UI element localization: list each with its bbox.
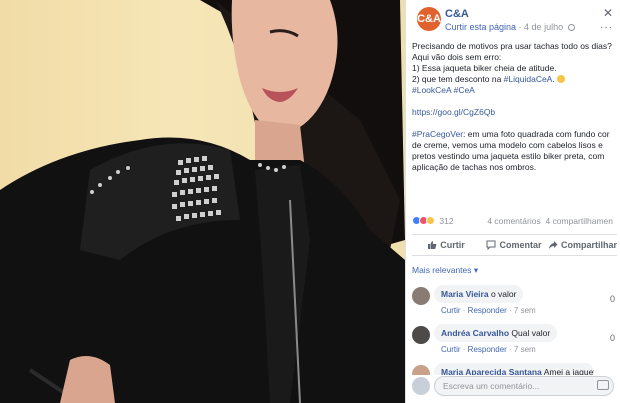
meta-separator: · xyxy=(516,22,525,32)
like-label: Curtir xyxy=(440,240,465,250)
post-line-3: 2) que tem desconto na xyxy=(412,74,504,84)
comment-text: o valor xyxy=(490,289,517,299)
comment-bubble: Andréa Carvalho Qual valor xyxy=(434,324,558,342)
comment-composer xyxy=(412,375,617,397)
current-user-avatar xyxy=(412,377,430,395)
comment-item: Andréa Carvalho Qual valor Curtir · Resp… xyxy=(412,324,617,358)
hashtag-link[interactable]: #LiquidaCeA xyxy=(504,74,553,84)
close-icon[interactable]: ✕ xyxy=(603,6,613,20)
comment-footer: Curtir · Responder · 7 sem xyxy=(441,306,536,315)
comment-reply-link[interactable]: Responder xyxy=(468,306,507,315)
accessibility-hashtag-link[interactable]: #PraCegoVer xyxy=(412,129,463,139)
reaction-count[interactable]: 312 xyxy=(439,216,453,226)
wow-reaction-icon xyxy=(426,216,435,225)
share-icon xyxy=(549,241,558,249)
comment-label: Comentar xyxy=(499,240,542,250)
engagement-counts: 4 comentários 4 compartilhamen xyxy=(487,216,613,226)
facebook-photo-viewer: C&A C&A Curtir esta página · 4 de julho … xyxy=(0,0,620,403)
like-button[interactable]: Curtir xyxy=(412,235,480,255)
thumbs-up-icon xyxy=(428,241,437,249)
page-avatar[interactable]: C&A xyxy=(417,7,441,31)
comment-like-link[interactable]: Curtir xyxy=(441,306,461,315)
comment-text: Qual valor xyxy=(511,328,551,338)
comment-text: Amei a jaqueta xyxy=(543,367,594,375)
camera-icon[interactable] xyxy=(597,380,609,390)
comment-like-link[interactable]: Curtir xyxy=(441,345,461,354)
post-photo[interactable] xyxy=(0,0,405,403)
reactions-bar: 312 4 comentários 4 compartilhamen xyxy=(412,216,617,228)
comment-icon xyxy=(486,240,496,250)
share-label: Compartilhar xyxy=(561,240,618,250)
comment-sort-dropdown[interactable]: Mais relevantes ▾ xyxy=(412,265,478,276)
comment-item: Maria Vieira o valor Curtir · Responder … xyxy=(412,285,617,319)
hashtags-link[interactable]: #LookCeA #CeA xyxy=(412,85,475,95)
smile-emoji-icon xyxy=(557,75,566,83)
post-date[interactable]: 4 de julho xyxy=(524,22,563,32)
post-actions: Curtir Comentar Compartilhar xyxy=(412,234,617,256)
comment-reply-link[interactable]: Responder xyxy=(468,345,507,354)
globe-icon xyxy=(567,24,575,31)
comment-time[interactable]: 7 sem xyxy=(514,306,536,315)
post-details-panel: C&A C&A Curtir esta página · 4 de julho … xyxy=(405,0,620,403)
comment-reaction-count: 0 xyxy=(609,294,615,304)
post-meta: Curtir esta página · 4 de julho xyxy=(445,22,575,32)
comments-list: Maria Vieira o valor Curtir · Responder … xyxy=(412,285,617,380)
share-button[interactable]: Compartilhar xyxy=(548,235,617,255)
commenter-avatar[interactable] xyxy=(412,287,430,305)
post-line-2: 1) Essa jaqueta biker cheia de atitude. xyxy=(412,63,557,73)
woman-in-black-studded-leather-jacket xyxy=(0,0,405,403)
post-line-1: Precisando de motivos pra usar tachas to… xyxy=(412,41,612,62)
comment-bubble: Maria Vieira o valor xyxy=(434,285,524,303)
commenter-name[interactable]: Maria Aparecida Santana xyxy=(441,367,542,375)
commenter-name[interactable]: Andréa Carvalho xyxy=(441,328,509,338)
comments-count-link[interactable]: 4 comentários xyxy=(487,216,540,226)
comment-reaction-count: 0 xyxy=(609,333,615,343)
shares-count-link[interactable]: 4 compartilhamen xyxy=(545,216,613,226)
comment-time[interactable]: 7 sem xyxy=(514,345,536,354)
short-link[interactable]: https://goo.gl/CgZ6Qb xyxy=(412,107,495,117)
post-header: C&A C&A Curtir esta página · 4 de julho … xyxy=(412,4,617,36)
comment-bubble: Maria Aparecida Santana Amei a jaqueta xyxy=(434,363,594,375)
comment-item: Maria Aparecida Santana Amei a jaqueta xyxy=(412,363,617,375)
commenter-avatar[interactable] xyxy=(412,365,430,375)
comment-footer: Curtir · Responder · 7 sem xyxy=(441,345,536,354)
page-name-link[interactable]: C&A xyxy=(445,8,469,20)
more-options-icon[interactable]: ··· xyxy=(600,22,613,33)
post-text: Precisando de motivos pra usar tachas to… xyxy=(412,41,617,184)
comment-input[interactable] xyxy=(434,376,614,396)
comment-button[interactable]: Comentar xyxy=(480,235,548,255)
commenter-name[interactable]: Maria Vieira xyxy=(441,289,489,299)
follow-page-link[interactable]: Curtir esta página xyxy=(445,22,516,32)
commenter-avatar[interactable] xyxy=(412,326,430,344)
